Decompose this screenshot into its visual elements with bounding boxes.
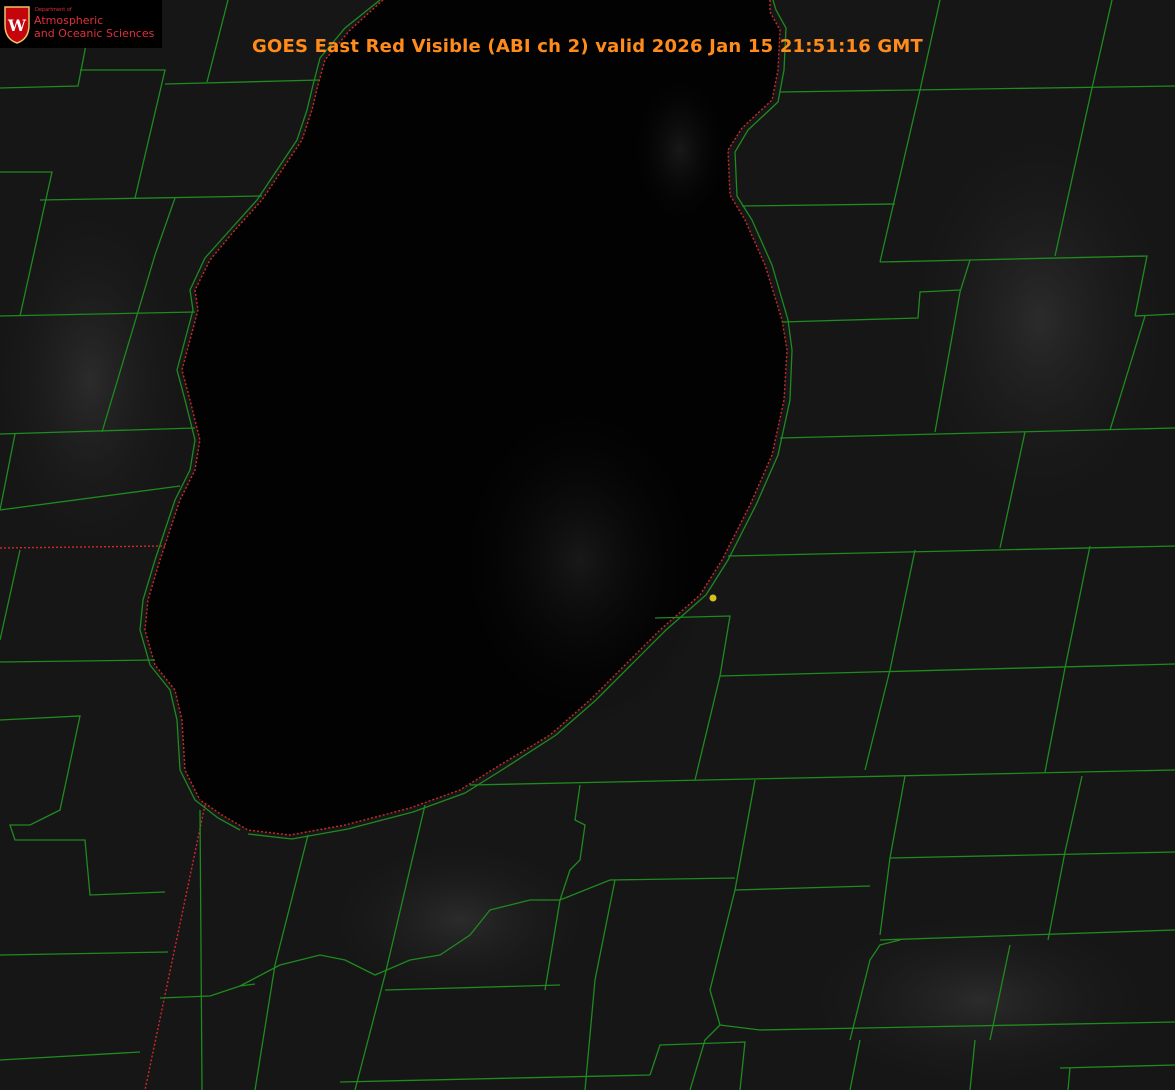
map-title: GOES East Red Visible (ABI ch 2) valid 2… (251, 36, 923, 57)
svg-text:W: W (7, 16, 27, 35)
location-marker (709, 594, 717, 602)
lake-haze (450, 390, 710, 730)
logo-line-1: Atmospheric (34, 14, 104, 27)
aos-logo: W Department of Atmospheric and Oceanic … (0, 0, 162, 48)
uw-seal-icon: W (4, 6, 30, 44)
cloud-haze (310, 830, 610, 1010)
satellite-map (0, 0, 1175, 1090)
logo-department: Department of (35, 7, 72, 13)
logo-line-2: and Oceanic Sciences (34, 27, 155, 40)
lake-haze (630, 70, 730, 230)
